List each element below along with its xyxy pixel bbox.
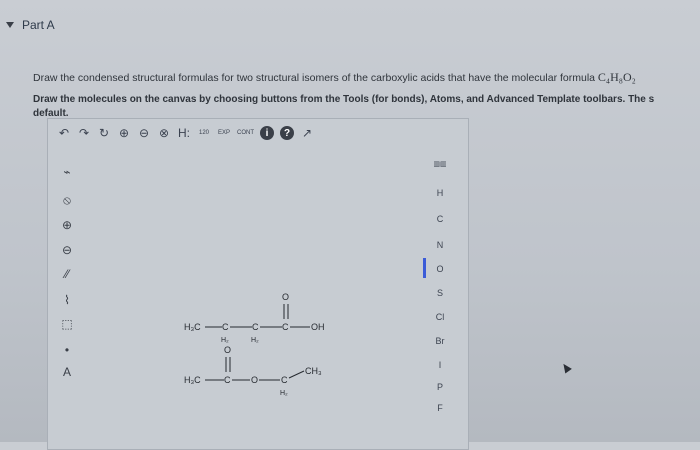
atom-c[interactable]: C (425, 214, 455, 224)
top-toolbar: ↶ ↷ ↻ ⊕ ⊖ ⊗ H: 120 EXP CONT i ? ↗ (47, 118, 467, 148)
mol1-h2a-label: H₂ (221, 337, 229, 344)
atom-s[interactable]: S (425, 288, 455, 298)
numbering-button[interactable]: 120 (197, 130, 211, 136)
dot-tool-icon[interactable]: • (55, 343, 79, 357)
undo-icon[interactable]: ↶ (57, 126, 71, 140)
left-toolbar: ⌁ ⦸ ⊕ ⊖ ⁄⁄ ⌇ ⬚ • A (55, 165, 81, 415)
part-header[interactable]: Part A (6, 18, 55, 32)
collapse-caret-icon[interactable] (6, 22, 14, 28)
clear-icon[interactable]: ⊗ (157, 126, 171, 140)
expand-icon[interactable]: ↗ (300, 126, 314, 140)
atoms-toolbar: ▥▥ H C N O S Cl Br I P F (423, 150, 455, 420)
periodic-table-icon[interactable]: ▥▥ (425, 160, 455, 168)
select-tool-icon[interactable]: ⌁ (55, 165, 79, 179)
atom-br[interactable]: Br (425, 336, 455, 346)
question-text: Draw the condensed structural formulas f… (33, 72, 598, 84)
atom-n[interactable]: N (425, 240, 455, 250)
mol2-h2-label: H₂ (280, 390, 288, 397)
mol1-o-label: O (282, 292, 289, 302)
question-line-2: Draw the molecules on the canvas by choo… (33, 94, 655, 105)
molecule-drawing: H₃C C H₂ C H₂ C O OH H₃C C O O C H₂ CH₃ (184, 292, 325, 397)
hydrogen-toggle[interactable]: H: (177, 126, 191, 140)
mol2-carbonyl-c-label: C (224, 375, 231, 385)
mol1-c3-label: C (282, 322, 289, 332)
question-line-1: Draw the condensed structural formulas f… (33, 70, 636, 85)
atom-p[interactable]: P (425, 382, 455, 392)
exp-button[interactable]: EXP (217, 130, 231, 136)
zoom-out-icon[interactable]: ⊖ (137, 126, 151, 140)
mol1-h2b-label: H₂ (251, 337, 259, 344)
mouse-cursor-icon (560, 361, 572, 374)
mol1-ch3-label: H₃C (184, 322, 201, 332)
negative-charge-icon[interactable]: ⊖ (55, 243, 79, 257)
redo-icon[interactable]: ↷ (77, 126, 91, 140)
chain-tool-icon[interactable]: ⌇ (55, 293, 79, 307)
mol1-oh-label: OH (311, 322, 325, 332)
zoom-in-icon[interactable]: ⊕ (117, 126, 131, 140)
positive-charge-icon[interactable]: ⊕ (55, 218, 79, 232)
eraser-icon[interactable]: ⦸ (55, 193, 79, 208)
mol2-ch2-c-label: C (281, 375, 288, 385)
drawing-canvas[interactable]: H₃C C H₂ C H₂ C O OH H₃C C O O C H₂ CH₃ (84, 150, 419, 420)
template-tool-icon[interactable]: ⬚ (55, 317, 79, 331)
atom-h[interactable]: H (425, 188, 455, 198)
reset-icon[interactable]: ↻ (97, 126, 111, 140)
atom-o[interactable]: O (425, 264, 455, 274)
molecule-2: H₃C C O O C H₂ CH₃ (184, 345, 322, 397)
atom-f[interactable]: F (425, 403, 455, 413)
mol2-ch3-end-label: CH₃ (305, 366, 322, 376)
mol1-c1-label: C (222, 322, 229, 332)
mol2-ch3-label: H₃C (184, 375, 201, 385)
atom-cl[interactable]: Cl (425, 312, 455, 322)
molecule-1: H₃C C H₂ C H₂ C O OH (184, 292, 325, 344)
mol1-c2-label: C (252, 322, 259, 332)
mol2-o-label: O (224, 345, 231, 355)
atom-i[interactable]: I (425, 360, 455, 370)
molecular-formula: C₄H₈O₂ (597, 70, 636, 84)
text-tool-icon[interactable]: A (55, 365, 79, 379)
help-icon[interactable]: ? (280, 126, 294, 140)
mol2-ester-o-label: O (251, 375, 258, 385)
part-title: Part A (22, 18, 55, 32)
info-icon[interactable]: i (260, 126, 274, 140)
bond-tool-icon[interactable]: ⁄⁄ (55, 267, 79, 281)
cont-button[interactable]: CONT (237, 130, 254, 136)
